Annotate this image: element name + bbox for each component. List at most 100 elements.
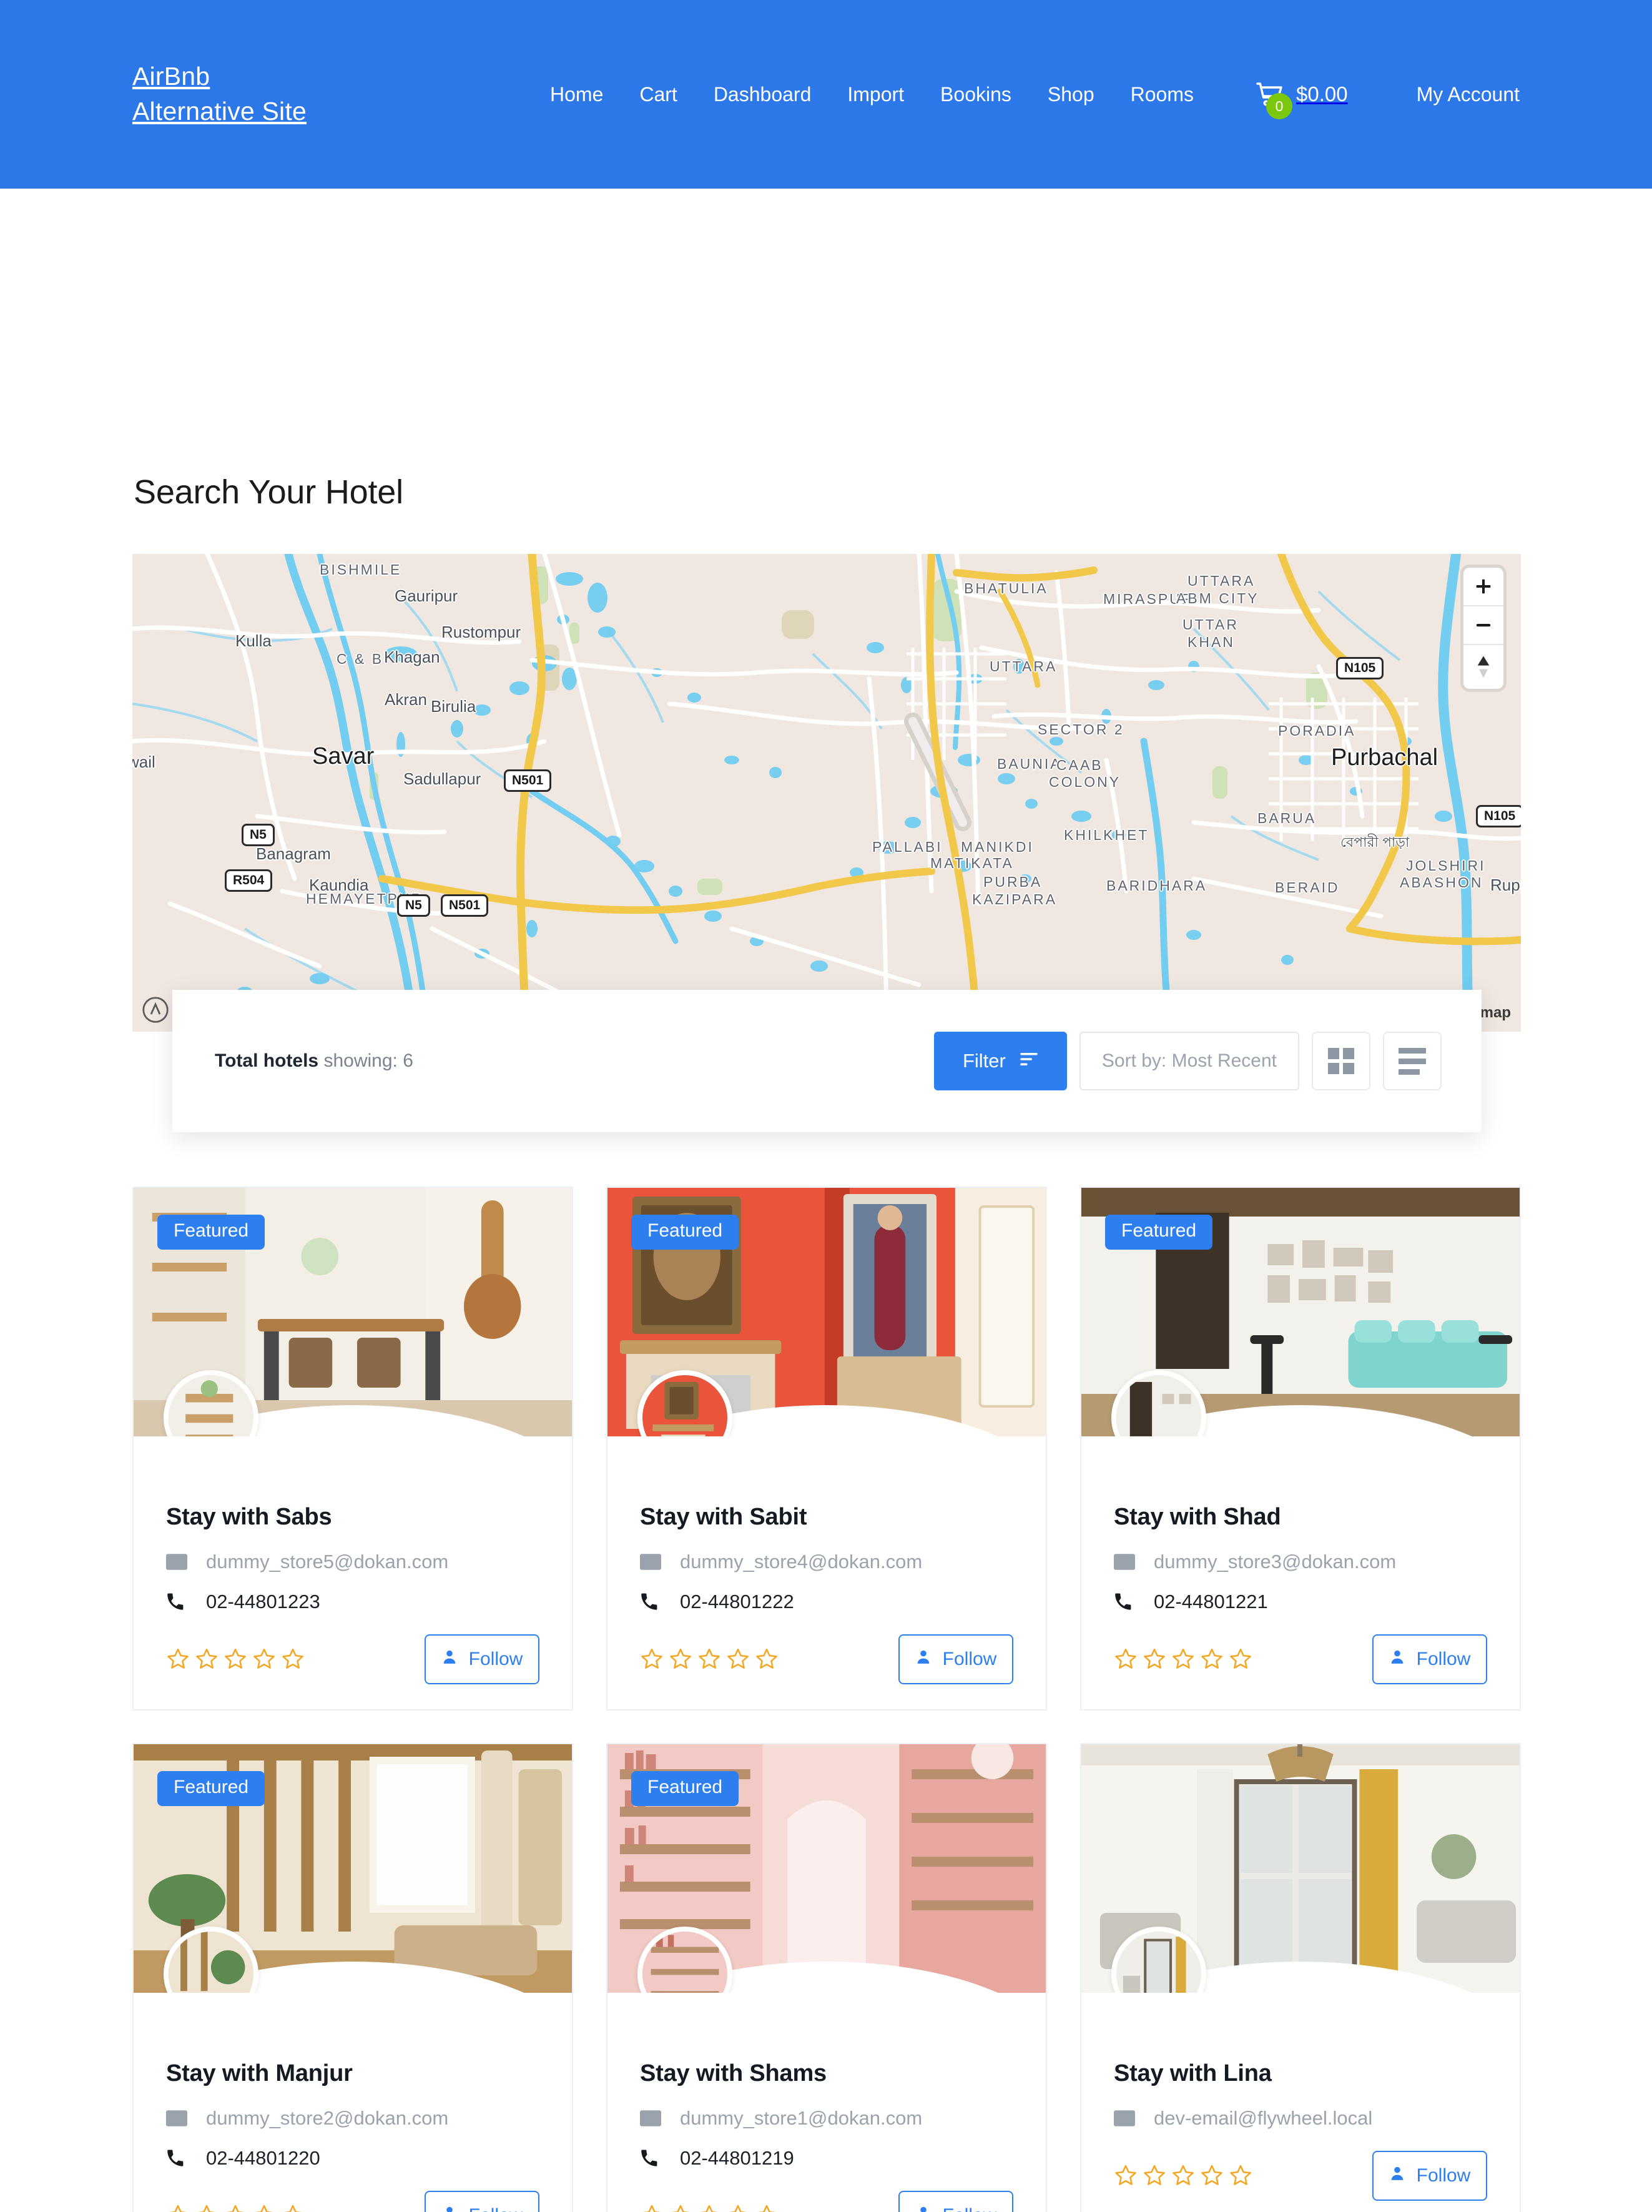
nav-item-bookins[interactable]: Bookins <box>922 83 1030 106</box>
store-phone: 02-44801219 <box>680 2147 794 2169</box>
store-name: Stay with Shad <box>1114 1504 1281 1530</box>
store-name: Stay with Sabit <box>640 1504 807 1530</box>
user-icon <box>1389 1649 1405 1670</box>
star-icon <box>1230 2165 1251 2185</box>
user-icon <box>1389 2165 1405 2186</box>
nav-item-dashboard[interactable]: Dashboard <box>696 83 830 106</box>
store-email-row: dev-email@flywheel.local <box>1114 2107 1487 2130</box>
list-view-button[interactable] <box>1383 1032 1442 1090</box>
nav-item-shop[interactable]: Shop <box>1030 83 1113 106</box>
featured-badge: Featured <box>157 1215 265 1250</box>
store-phone-row: 02-44801219 <box>640 2147 1013 2170</box>
star-icon <box>700 2205 719 2212</box>
card-banner <box>1081 1744 1520 1993</box>
site-brand[interactable]: AirBnb Alternative Site <box>132 59 532 129</box>
follow-button[interactable]: Follow <box>898 2191 1013 2212</box>
sort-by-select[interactable]: Sort by: Most Recent <box>1079 1032 1299 1090</box>
hotel-card[interactable]: Featured Stay with Sabs dummy_store5@dok… <box>132 1187 573 1711</box>
grid-view-button[interactable] <box>1312 1032 1370 1090</box>
store-email-row: dummy_store5@dokan.com <box>166 1551 539 1573</box>
map-zoom-controls[interactable] <box>1463 568 1503 689</box>
follow-button[interactable]: Follow <box>898 1634 1013 1684</box>
grid-view-icon <box>1328 1048 1354 1074</box>
card-footer: Follow <box>1114 2151 1487 2201</box>
my-account-link[interactable]: My Account <box>1373 83 1520 106</box>
map-attribution: map <box>1480 1004 1511 1021</box>
card-body: Stay with Shad dummy_store3@dokan.com 02… <box>1081 1436 1520 1709</box>
hotel-card[interactable]: Featured Stay with Shams dummy_store1@do… <box>606 1743 1047 2212</box>
nav-item-home[interactable]: Home <box>532 83 621 106</box>
rating-stars <box>1114 2164 1252 2188</box>
user-icon <box>441 1649 458 1670</box>
featured-badge: Featured <box>631 1215 739 1250</box>
road-shield: R504 <box>225 869 273 892</box>
follow-button-label: Follow <box>1416 2165 1471 2186</box>
card-banner: Featured <box>607 1744 1046 1993</box>
map-zoom-out-button[interactable] <box>1463 606 1503 645</box>
follow-button[interactable]: Follow <box>425 1634 539 1684</box>
list-view-icon <box>1399 1047 1426 1075</box>
nav-item-rooms[interactable]: Rooms <box>1113 83 1212 106</box>
star-icon <box>226 2205 245 2212</box>
star-icon <box>169 2205 187 2212</box>
store-email: dummy_store1@dokan.com <box>680 2107 923 2129</box>
rating-stars <box>640 2204 779 2212</box>
follow-button-label: Follow <box>1416 1649 1471 1669</box>
nav-item-import[interactable]: Import <box>829 83 922 106</box>
header-inner: AirBnb Alternative Site Home Cart Dashbo… <box>132 0 1520 189</box>
map-compass-button[interactable] <box>1463 645 1503 689</box>
card-footer: Follow <box>1114 1634 1487 1684</box>
store-email: dev-email@flywheel.local <box>1154 2107 1373 2129</box>
phone-icon <box>1114 1592 1138 1611</box>
filter-actions: Filter Sort by: Most Recent <box>933 1032 1442 1090</box>
store-email: dummy_store4@dokan.com <box>680 1551 923 1573</box>
cart-link[interactable]: 0 $0.00 <box>1252 77 1373 119</box>
star-icon <box>757 2205 776 2212</box>
star-icon <box>283 2205 302 2212</box>
follow-button[interactable]: Follow <box>1372 1634 1487 1684</box>
site-header: AirBnb Alternative Site Home Cart Dashbo… <box>0 0 1652 189</box>
follow-button[interactable]: Follow <box>1372 2151 1487 2201</box>
nav-item-cart[interactable]: Cart <box>621 83 695 106</box>
hotel-card[interactable]: Featured Stay with Sabit dummy_store4@do… <box>606 1187 1047 1711</box>
filter-button-label: Filter <box>962 1050 1006 1072</box>
star-icon <box>197 2205 216 2212</box>
star-icon <box>642 2205 661 2212</box>
follow-button-label: Follow <box>942 1649 997 1669</box>
results-filter-bar: Total hotels showing: 6 Filter Sort by: … <box>172 990 1482 1132</box>
card-footer: Follow <box>640 1634 1013 1684</box>
card-banner: Featured <box>134 1744 572 1993</box>
star-icon <box>1201 2165 1222 2185</box>
star-icon <box>1115 1648 1136 1669</box>
star-icon <box>1144 1648 1165 1669</box>
follow-button[interactable]: Follow <box>425 2191 539 2212</box>
road-shield: N105 <box>1476 805 1521 828</box>
hotel-card[interactable]: Featured Stay with Shad dummy_store3@dok… <box>1080 1187 1521 1711</box>
store-email-row: dummy_store4@dokan.com <box>640 1551 1013 1573</box>
hotel-card[interactable]: Stay with Lina dev-email@flywheel.local <box>1080 1743 1521 2212</box>
road-shield: N5 <box>397 894 430 917</box>
hotel-card[interactable]: Featured Stay with Manjur dummy_store2@d… <box>132 1743 573 2212</box>
star-icon <box>1144 2165 1165 2185</box>
road-shield: N501 <box>504 769 552 792</box>
store-phone-row: 02-44801223 <box>166 1591 539 1613</box>
rating-stars <box>166 1647 305 1671</box>
star-icon <box>670 1648 691 1669</box>
card-body: Stay with Manjur dummy_store2@dokan.com … <box>134 1993 572 2212</box>
store-phone-row: 02-44801221 <box>1114 1591 1487 1613</box>
showing-count: showing: 6 <box>323 1050 413 1071</box>
featured-badge: Featured <box>1105 1215 1213 1250</box>
results-count: Total hotels showing: 6 <box>215 1050 934 1072</box>
cart-count-badge: 0 <box>1266 93 1292 119</box>
envelope-icon <box>166 1554 190 1570</box>
card-footer: Follow <box>166 2191 539 2212</box>
user-icon <box>915 2205 932 2212</box>
filter-button[interactable]: Filter <box>933 1032 1067 1090</box>
sort-by-value: Sort by: Most Recent <box>1101 1050 1277 1071</box>
star-icon <box>196 1648 217 1669</box>
store-name: Stay with Lina <box>1114 2060 1272 2086</box>
map-zoom-in-button[interactable] <box>1463 568 1503 606</box>
hotel-map[interactable]: BISHMILE Gauripur BHATULIA MIRASPUR UTTA… <box>132 554 1521 1032</box>
page-title: Search Your Hotel <box>134 473 403 511</box>
star-icon <box>282 1648 303 1669</box>
